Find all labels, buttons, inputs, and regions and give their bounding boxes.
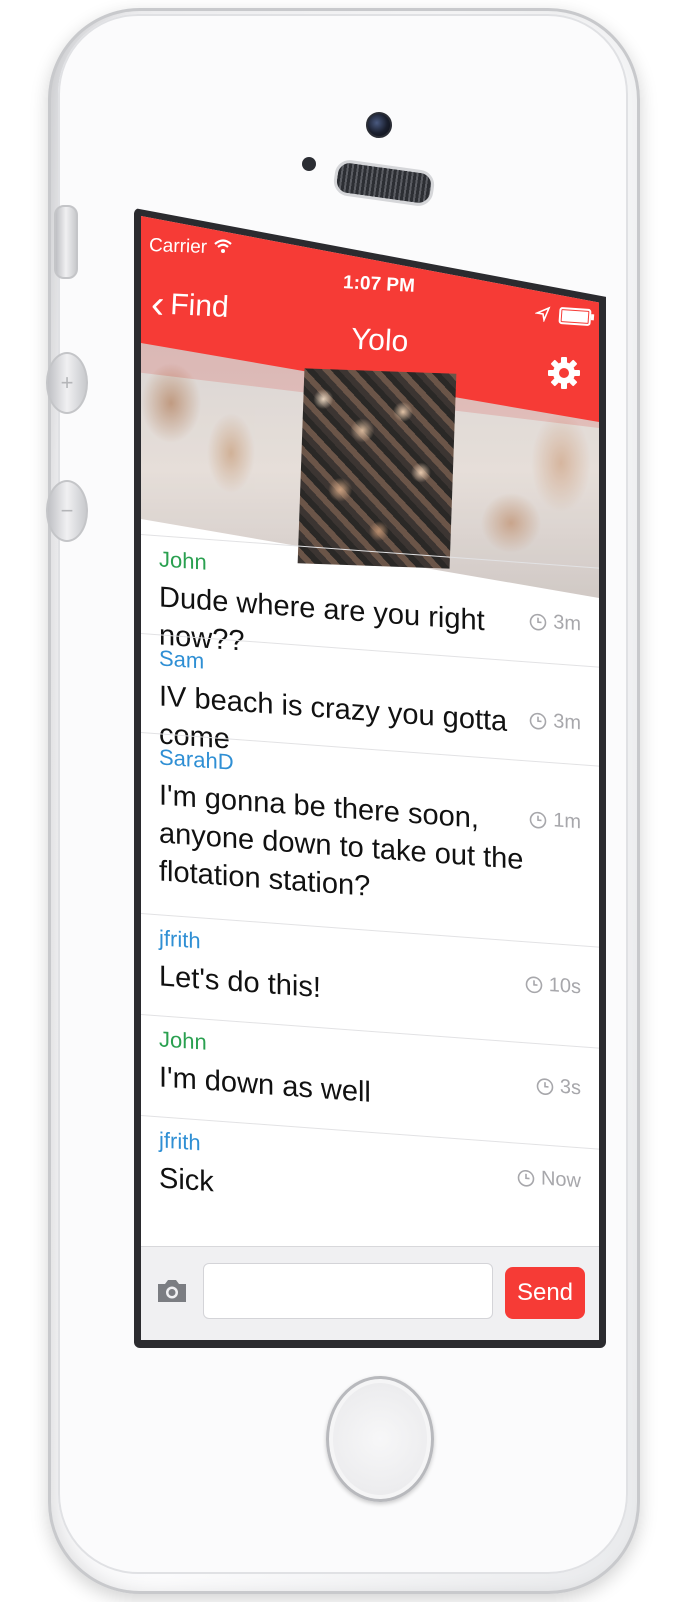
message-text: Let's do this! [159,960,321,1005]
front-camera [366,112,392,138]
message-list: John Dude where are you right now?? 3m S… [141,534,599,1250]
message-time-label: 3m [553,611,581,636]
message-username[interactable]: John [159,1026,207,1056]
volume-up-button: + [46,352,88,414]
clock-icon [529,613,547,630]
send-button[interactable]: Send [505,1267,585,1319]
message-composer: Send [141,1246,599,1340]
back-label: Find [169,288,230,325]
battery-icon [558,306,592,327]
message-text: I'm gonna be there soon, anyone down to … [159,779,524,903]
clock-icon [529,712,547,729]
clock-icon [525,976,543,993]
message-username[interactable]: SarahD [159,744,234,775]
message-time-label: 10s [548,973,581,999]
message-username[interactable]: jfrith [159,1127,201,1156]
wifi-icon [214,239,232,253]
chevron-left-icon: ‹ [149,281,166,327]
message-time-label: 3s [559,1075,581,1100]
gear-icon[interactable] [547,356,581,390]
location-arrow-icon [535,306,551,322]
message-time-label: 3m [553,710,581,735]
message-time: 3s [536,1074,581,1100]
proximity-sensor [302,157,316,171]
message-time-label: 1m [553,809,581,834]
message-username[interactable]: jfrith [159,925,201,954]
clock-icon [517,1169,535,1187]
carrier-label: Carrier [148,234,208,259]
message-time-label: Now [540,1167,581,1193]
status-time: 1:07 PM [342,272,416,297]
camera-icon[interactable] [155,1277,189,1305]
app-screen: Carrier 1:07 PM ‹ Find Yolo John Dude wh… [141,216,599,1340]
clock-icon [536,1077,554,1095]
page-title: Yolo [350,322,410,359]
clock-icon [529,811,547,828]
message-text: Sick [159,1162,214,1199]
volume-down-button: − [46,480,88,542]
message-username[interactable]: Sam [159,645,204,674]
message-time: 10s [525,972,581,999]
home-button[interactable] [326,1376,434,1502]
message-text: I'm down as well [159,1061,371,1109]
message-username[interactable]: John [159,546,207,576]
message-time: 1m [529,808,581,835]
message-time: 3m [529,709,581,736]
back-button[interactable]: ‹ Find [149,281,230,328]
message-row: SarahD I'm gonna be there soon, anyone d… [141,732,599,947]
message-time: 3m [529,610,581,637]
mute-switch [54,205,78,279]
message-time: Now [517,1166,581,1194]
message-input[interactable] [203,1263,493,1319]
